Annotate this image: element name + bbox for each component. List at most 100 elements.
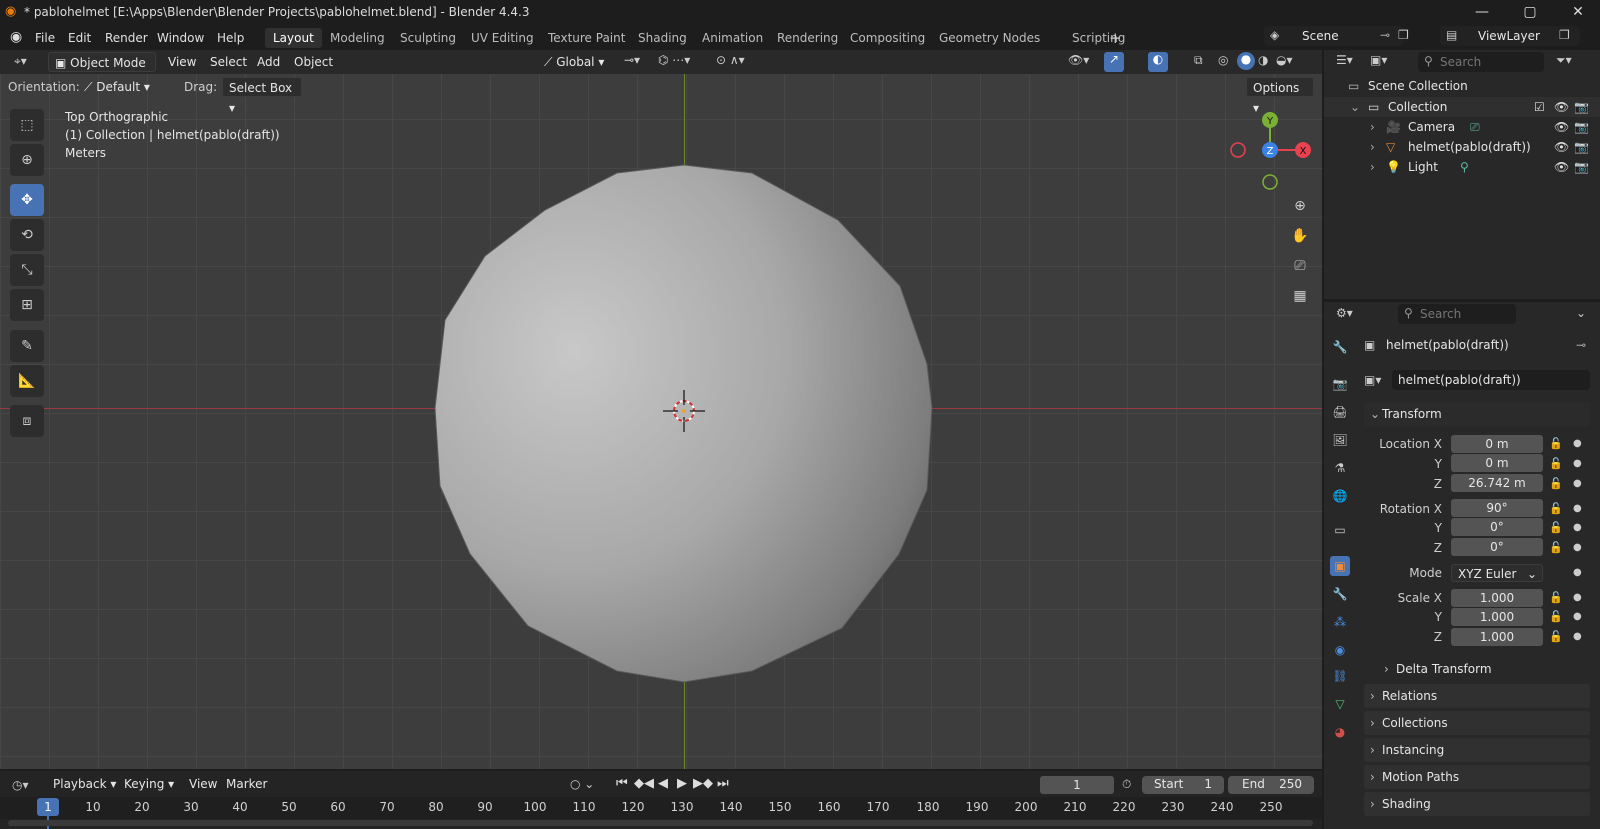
lock-icon[interactable]: 🔓 — [1549, 630, 1563, 643]
menu-marker[interactable]: Marker — [220, 774, 273, 794]
scale-z-field[interactable]: 1.000 — [1451, 628, 1543, 646]
measure-tool[interactable]: 📐 — [10, 365, 44, 397]
overlay-toggle-icon[interactable]: ◐ — [1148, 52, 1168, 72]
tab-modeling[interactable]: Modeling — [322, 28, 393, 48]
add-workspace-icon[interactable]: + — [1109, 29, 1122, 47]
outliner-row-collection[interactable]: ⌄ ▭ Collection ☑ 👁 📷 — [1324, 97, 1600, 117]
tab-layout[interactable]: Layout — [265, 28, 322, 48]
move-tool[interactable]: ✥ — [10, 184, 44, 216]
location-x-field[interactable]: 0 m — [1451, 435, 1543, 453]
outliner-search-input[interactable] — [1440, 54, 1536, 70]
end-frame-field[interactable]: End 250 — [1228, 776, 1314, 794]
relations-panel[interactable]: › Relations — [1364, 684, 1590, 708]
tab-texture-paint[interactable]: Texture Paint — [540, 28, 633, 48]
display-mode-icon[interactable]: ▣▾ — [1370, 53, 1387, 67]
keyframe-dot-icon[interactable]: ● — [1573, 438, 1582, 449]
helmet-mesh[interactable] — [0, 50, 1322, 769]
preview-range-icon[interactable]: ⏱ — [1122, 777, 1131, 792]
next-keyframe-icon[interactable]: ▶◆ — [693, 776, 713, 791]
pan-hand-icon[interactable]: ✋ — [1287, 223, 1313, 249]
menu-render[interactable]: Render — [105, 26, 148, 50]
timeline-scrollbar[interactable] — [8, 820, 1313, 826]
tab-geometry-nodes[interactable]: Geometry Nodes — [931, 28, 1048, 48]
solid-shading-icon[interactable]: ● — [1237, 52, 1255, 70]
menu-timeline-view[interactable]: View — [183, 774, 223, 794]
scene-selector[interactable]: ◈ Scene ⊸ — [1264, 26, 1404, 46]
transform-panel-header[interactable]: ⌄ Transform — [1364, 402, 1590, 426]
scale-x-field[interactable]: 1.000 — [1451, 589, 1543, 607]
view-layer-tab-icon[interactable]: 🖼 — [1330, 430, 1350, 450]
output-tab-icon[interactable]: 🖨 — [1330, 402, 1350, 422]
render-camera-icon[interactable]: 📷 — [1574, 97, 1589, 117]
rotate-tool[interactable]: ⟲ — [10, 219, 44, 251]
scene-collection-label[interactable]: Scene Collection — [1368, 79, 1468, 93]
keyframe-dot-icon[interactable]: ● — [1573, 542, 1582, 553]
world-tab-icon[interactable]: 🌐 — [1330, 486, 1350, 506]
lock-icon[interactable]: 🔓 — [1549, 521, 1563, 534]
shading-panel[interactable]: › Shading — [1364, 792, 1590, 816]
expand-chevron-icon[interactable]: › — [1370, 117, 1375, 137]
material-shading-icon[interactable]: ◑ — [1258, 53, 1268, 67]
cursor-tool[interactable]: ⊕ — [10, 144, 44, 176]
physics-tab-icon[interactable]: ◉ — [1330, 640, 1350, 660]
keyframe-dot-icon[interactable]: ● — [1573, 522, 1582, 533]
delta-transform-panel[interactable]: › Delta Transform — [1378, 657, 1590, 681]
blender-menu-icon[interactable]: ◉ — [10, 29, 22, 45]
prev-keyframe-icon[interactable]: ◆◀ — [634, 776, 654, 791]
transform-tool[interactable]: ⊞ — [10, 289, 44, 321]
expand-chevron-icon[interactable]: ⌄ — [1350, 97, 1360, 117]
pin-icon[interactable]: ⊸ — [1380, 28, 1390, 42]
lock-icon[interactable]: 🔓 — [1549, 502, 1563, 515]
ortho-toggle-icon[interactable]: ▦ — [1287, 283, 1313, 309]
keyframe-dot-icon[interactable]: ● — [1573, 478, 1582, 489]
start-frame-field[interactable]: Start 1 — [1142, 776, 1224, 794]
editor-type-icon[interactable]: ⌖▾ — [14, 54, 27, 69]
expand-chevron-icon[interactable]: › — [1370, 157, 1375, 177]
new-scene-icon[interactable]: ❐ — [1398, 28, 1409, 42]
lock-icon[interactable]: 🔓 — [1549, 591, 1563, 604]
eye-icon[interactable]: 👁 — [1554, 137, 1569, 157]
object-type-icon[interactable]: ▣▾ — [1364, 373, 1381, 387]
outliner-row-camera[interactable]: › 🎥 Camera ⎚ 👁 📷 — [1324, 117, 1600, 137]
chevron-down-icon[interactable]: ⌄ — [1576, 306, 1586, 320]
tab-scripting[interactable]: Scripting — [1064, 28, 1133, 48]
properties-editor-icon[interactable]: ⚙▾ — [1336, 306, 1353, 320]
material-tab-icon[interactable]: ◕ — [1330, 722, 1350, 742]
menu-select[interactable]: Select — [204, 52, 253, 72]
lock-icon[interactable]: 🔓 — [1549, 610, 1563, 623]
gizmo-neg-x-handle[interactable] — [1230, 142, 1246, 158]
outliner-search[interactable]: ⚲ — [1418, 52, 1544, 72]
render-camera-icon[interactable]: 📷 — [1574, 157, 1589, 177]
minimize-button[interactable]: — — [1458, 0, 1506, 24]
object-tab-icon[interactable]: ▣ — [1330, 556, 1350, 576]
rotation-y-field[interactable]: 0° — [1451, 518, 1543, 536]
zoom-icon[interactable]: ⊕ — [1287, 193, 1313, 219]
tab-compositing[interactable]: Compositing — [842, 28, 933, 48]
rendered-shading-icon[interactable]: ◒▾ — [1276, 53, 1293, 67]
location-y-field[interactable]: 0 m — [1451, 454, 1543, 472]
scale-tool[interactable]: ⤡ — [10, 254, 44, 286]
menu-playback[interactable]: Playback ▾ — [47, 774, 122, 794]
lock-icon[interactable]: 🔓 — [1549, 437, 1563, 450]
menu-add[interactable]: Add — [251, 52, 286, 72]
render-camera-icon[interactable]: 📷 — [1574, 137, 1589, 157]
eye-icon[interactable]: 👁 — [1554, 117, 1569, 137]
navigation-gizmo[interactable]: Y X Z — [1225, 108, 1315, 198]
tab-shading[interactable]: Shading — [630, 28, 695, 48]
instancing-panel[interactable]: › Instancing — [1364, 738, 1590, 762]
auto-keying-icon[interactable]: ○ ⌄ — [570, 777, 594, 791]
data-tab-icon[interactable]: ▽ — [1330, 694, 1350, 714]
keyframe-dot-icon[interactable]: ● — [1573, 592, 1582, 603]
current-frame-field[interactable]: 1 — [1040, 776, 1114, 794]
transform-orientation-selector[interactable]: ⟋ Global ▾ — [538, 52, 614, 72]
3d-viewport[interactable] — [0, 50, 1322, 769]
maximize-button[interactable]: ▢ — [1506, 0, 1554, 24]
expand-chevron-icon[interactable]: › — [1370, 137, 1375, 157]
tab-animation[interactable]: Animation — [694, 28, 771, 48]
camera-data-icon[interactable]: ⎚ — [1470, 117, 1480, 137]
close-button[interactable]: ✕ — [1554, 0, 1600, 24]
constraints-tab-icon[interactable]: ⛓ — [1330, 666, 1350, 686]
lock-icon[interactable]: 🔓 — [1549, 457, 1563, 470]
select-box-tool[interactable]: ⬚ — [10, 109, 44, 141]
lock-icon[interactable]: 🔓 — [1549, 541, 1563, 554]
